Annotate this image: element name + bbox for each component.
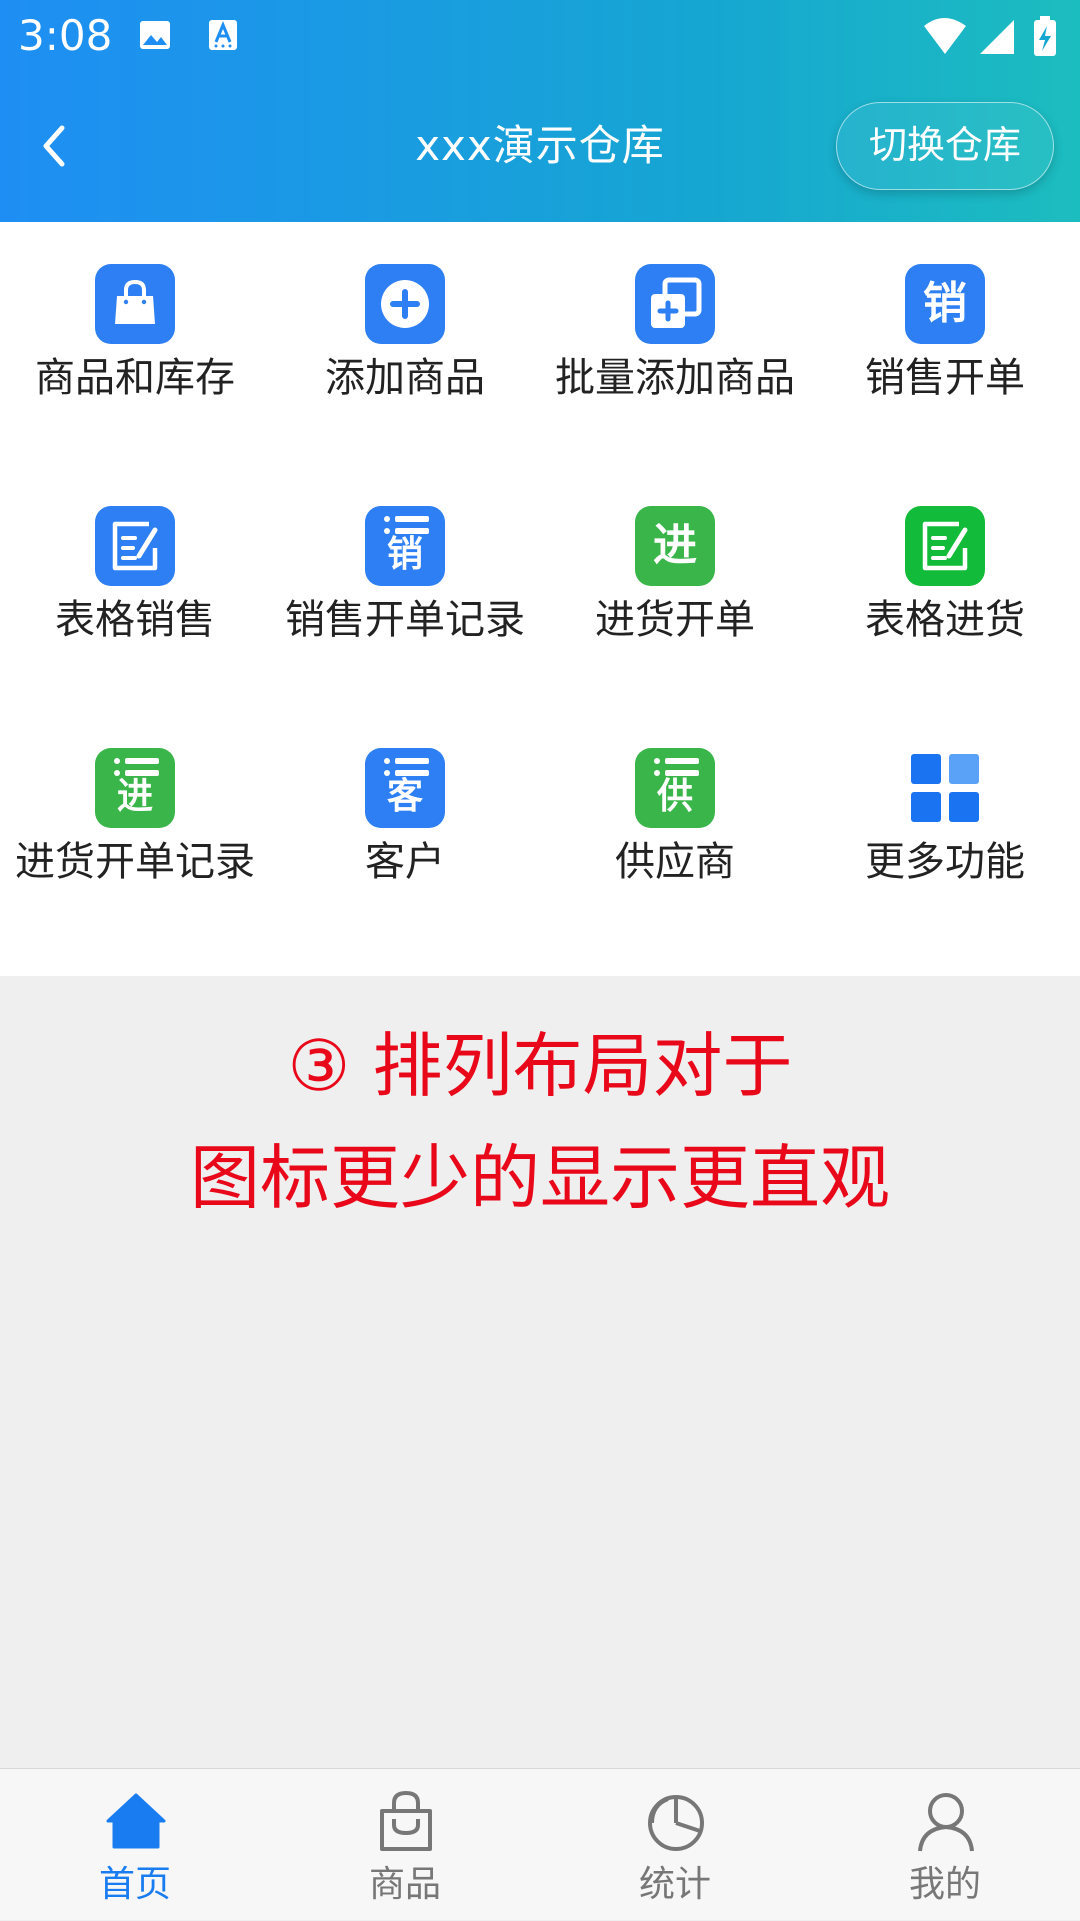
tab-home[interactable]: 首页 xyxy=(0,1769,270,1921)
grid-item-customers[interactable]: 客 客户 xyxy=(270,706,540,906)
annotation-caption: ③ 排列布局对于 图标更少的显示更直观 xyxy=(0,1010,1080,1234)
user-icon xyxy=(918,1793,974,1852)
grid-item-label: 表格销售 xyxy=(55,597,215,643)
grid-item-add-goods[interactable]: 添加商品 xyxy=(270,222,540,422)
accessibility-text-icon xyxy=(209,20,237,50)
grid-item-label: 更多功能 xyxy=(865,839,1025,885)
grid-item-label: 进货开单记录 xyxy=(15,839,255,885)
grid-item-label: 商品和库存 xyxy=(35,355,235,401)
tab-label: 商品 xyxy=(368,1864,441,1905)
tab-label: 我的 xyxy=(908,1864,981,1905)
tab-profile[interactable]: 我的 xyxy=(810,1769,1080,1921)
app-header: 3:08 xxx演示仓库 切换仓库 xyxy=(0,0,1080,222)
wifi-icon xyxy=(924,18,966,54)
grid-item-label: 客户 xyxy=(365,839,445,885)
bag-icon xyxy=(380,1790,432,1851)
grid-more-icon xyxy=(911,754,979,822)
grid-item-label: 进货开单 xyxy=(595,597,755,643)
grid-item-label: 添加商品 xyxy=(325,355,485,401)
status-indicators xyxy=(924,16,1056,56)
supplier-icon: 供 xyxy=(635,748,715,828)
status-time: 3:08 xyxy=(18,11,113,60)
grid-item-batch-add-goods[interactable]: 批量添加商品 xyxy=(540,222,810,422)
caption-line-2: 图标更少的显示更直观 xyxy=(190,1137,890,1219)
battery-icon xyxy=(1034,16,1056,56)
grid-item-table-sales[interactable]: 表格销售 xyxy=(0,464,270,664)
grid-item-more-features[interactable]: 更多功能 xyxy=(810,706,1080,906)
feature-grid: 商品和库存 添加商品 批量添加商品 销 销售开单 表格销售 销 销售开单记录 进… xyxy=(0,222,1080,976)
grid-item-label: 批量添加商品 xyxy=(555,355,795,401)
grid-item-label: 销售开单记录 xyxy=(285,597,525,643)
customer-icon: 客 xyxy=(365,748,445,828)
bottom-tab-bar: 首页 商品 统计 我的 xyxy=(0,1768,1080,1920)
nav-bar: xxx演示仓库 切换仓库 xyxy=(0,100,1080,192)
grid-item-sales-order[interactable]: 销 销售开单 xyxy=(810,222,1080,422)
pie-chart-icon xyxy=(648,1795,704,1851)
grid-item-suppliers[interactable]: 供 供应商 xyxy=(540,706,810,906)
table-edit-icon xyxy=(905,506,985,586)
tab-goods[interactable]: 商品 xyxy=(270,1769,540,1921)
purchase-icon: 进 xyxy=(635,506,715,586)
grid-item-label: 销售开单 xyxy=(865,355,1025,401)
caption-line-1: ③ 排列布局对于 xyxy=(287,1025,793,1107)
shopping-bag-icon xyxy=(95,264,175,344)
tab-label: 首页 xyxy=(98,1864,171,1905)
plus-circle-icon xyxy=(365,264,445,344)
table-edit-icon xyxy=(95,506,175,586)
grid-item-purchase-order[interactable]: 进 进货开单 xyxy=(540,464,810,664)
image-icon xyxy=(140,21,170,49)
sales-icon: 销 xyxy=(905,264,985,344)
switch-warehouse-button[interactable]: 切换仓库 xyxy=(836,102,1054,190)
sales-record-icon: 销 xyxy=(365,506,445,586)
grid-item-purchase-records[interactable]: 进 进货开单记录 xyxy=(0,706,270,906)
purchase-record-icon: 进 xyxy=(95,748,175,828)
batch-add-icon xyxy=(635,264,715,344)
grid-item-goods-inventory[interactable]: 商品和库存 xyxy=(0,222,270,422)
tab-statistics[interactable]: 统计 xyxy=(540,1769,810,1921)
tab-label: 统计 xyxy=(638,1864,711,1905)
signal-icon xyxy=(980,20,1014,54)
grid-item-table-purchase[interactable]: 表格进货 xyxy=(810,464,1080,664)
grid-item-sales-records[interactable]: 销 销售开单记录 xyxy=(270,464,540,664)
grid-item-label: 表格进货 xyxy=(865,597,1025,643)
grid-item-label: 供应商 xyxy=(615,839,735,885)
home-icon xyxy=(106,1793,166,1849)
